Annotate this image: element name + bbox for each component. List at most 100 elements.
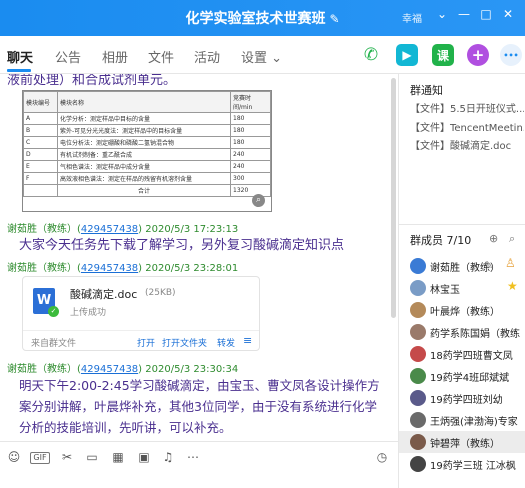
notice-item[interactable]: 【文件】酸碱滴定.doc <box>410 137 524 152</box>
message-line: 明天下午2:00-2:45学习酸碱滴定，由宝玉、曹文凤各设计操作方 <box>19 378 380 393</box>
avatar <box>410 390 426 406</box>
history-icon[interactable]: ◷ <box>374 450 390 464</box>
right-panel: 群通知 【文件】5.5日开班仪式... 【文件】TencentMeetin...… <box>398 74 525 488</box>
folder-icon[interactable]: ▭ <box>84 450 100 464</box>
emoji-icon[interactable]: ☺ <box>6 450 22 464</box>
zoom-icon[interactable]: ⌕ <box>252 194 265 207</box>
gif-icon[interactable]: GIF <box>30 452 50 464</box>
minimize-button[interactable]: — <box>456 7 472 21</box>
table-cell: 240 <box>230 148 271 161</box>
message-time: 2020/5/3 17:23:13 <box>145 224 239 235</box>
tab-bar: 聊天 公告 相册 文件 活动 设置 ⌄ ✆ ▶ 课 + ••• <box>0 36 525 74</box>
title-bar: 化学实验室技术世赛班 ✎ 幸福 ⌄ — □ ✕ <box>0 0 525 36</box>
avatar <box>410 456 426 472</box>
success-check-icon: ✓ <box>48 306 59 317</box>
competition-table: 模块编号 模块名称 竞赛时间/min A 化学分析：测定样品中目标的含量 180 B… <box>23 91 271 197</box>
member-item[interactable]: 叶晨烨（教练） <box>399 299 525 321</box>
avatar <box>410 412 426 428</box>
video-icon[interactable]: ▶ <box>396 44 418 66</box>
more-icon[interactable]: ••• <box>500 44 522 66</box>
member-item[interactable]: 19药学四班刘幼 <box>399 387 525 409</box>
sender-name[interactable]: 谢茹胜（教练） <box>7 263 77 274</box>
tab-files[interactable]: 文件 <box>148 47 174 66</box>
panel-divider <box>399 224 525 225</box>
sender-name[interactable]: 谢茹胜（教练） <box>7 224 77 235</box>
member-item[interactable]: 19药学三班 江冰枫 <box>399 453 525 475</box>
sender-qq[interactable]: 429457438 <box>81 224 138 235</box>
table-cell: 紫外-可见分光光度法：测定样品中的目标含量 <box>57 124 231 137</box>
table-cell: 180 <box>230 112 271 125</box>
file-size: (25KB) <box>145 288 176 298</box>
class-icon[interactable]: 课 <box>432 44 454 66</box>
scissors-icon[interactable]: ✂ <box>59 450 75 464</box>
avatar <box>410 258 426 274</box>
gift-icon[interactable]: ▦ <box>110 450 126 464</box>
table-header: 模块编号 <box>23 91 58 113</box>
current-user[interactable]: 幸福 <box>402 10 422 25</box>
add-app-icon[interactable]: + <box>467 44 489 66</box>
maximize-button[interactable]: □ <box>478 7 494 21</box>
chat-scrollbar[interactable] <box>391 78 396 318</box>
upload-status: 上传成功 <box>70 308 107 318</box>
message-text: 大家今天任务先下载了解学习，另外复习酸碱滴定知识点 <box>19 238 345 253</box>
tab-album[interactable]: 相册 <box>102 47 128 66</box>
search-icon[interactable]: ⌕ <box>509 232 515 246</box>
member-item[interactable]: 18药学四班曹文凤 <box>399 343 525 365</box>
member-item[interactable]: 王炳强(津渤海)专家 <box>399 409 525 431</box>
member-name: 19药学三班 江冰枫 <box>430 461 516 472</box>
image-icon[interactable]: ▣ <box>136 450 152 464</box>
table-header: 竞赛时间/min <box>230 91 271 113</box>
member-name: 药学系陈国娟（教练 <box>430 329 520 340</box>
open-file-link[interactable]: 打开 <box>137 336 155 349</box>
member-item[interactable]: 19药学4班邱斌斌 <box>399 365 525 387</box>
member-item[interactable]: 钟碧萍（教练） <box>399 431 525 453</box>
notice-item[interactable]: 【文件】5.5日开班仪式... <box>410 100 524 115</box>
tab-chat[interactable]: 聊天 <box>7 47 33 66</box>
member-name: 19药学4班邱斌斌 <box>430 373 510 384</box>
edit-title-icon[interactable]: ✎ <box>329 12 339 26</box>
member-item[interactable]: 药学系陈国娟（教练 <box>399 321 525 343</box>
close-button[interactable]: ✕ <box>500 7 516 21</box>
active-tab-indicator <box>7 69 31 72</box>
edit-icon[interactable]: ✎ <box>484 259 493 272</box>
avatar <box>410 302 426 318</box>
message-header: 谢茹胜（教练）(429457438) 2020/5/3 23:28:01 <box>7 263 239 274</box>
bell-icon[interactable]: ♫ <box>160 450 176 464</box>
avatar <box>410 434 426 450</box>
owner-icon: ♙ <box>505 256 516 270</box>
sender-qq[interactable]: 429457438 <box>81 263 138 274</box>
open-folder-link[interactable]: 打开文件夹 <box>162 336 207 349</box>
message-header: 谢茹胜（教练）(429457438) 2020/5/3 23:30:34 <box>7 364 239 375</box>
member-name: 王炳强(津渤海)专家 <box>430 417 518 428</box>
sender-qq[interactable]: 429457438 <box>81 364 138 375</box>
forward-link[interactable]: 转发 <box>217 336 235 349</box>
more-tools-icon[interactable]: ⋯ <box>185 450 201 464</box>
member-name: 19药学四班刘幼 <box>430 395 503 406</box>
sender-name[interactable]: 谢茹胜（教练） <box>7 364 77 375</box>
table-image[interactable]: 模块编号 模块名称 竞赛时间/min A 化学分析：测定样品中目标的含量 180 B… <box>22 90 272 212</box>
dropdown-icon[interactable]: ⌄ <box>434 7 450 21</box>
table-cell: A <box>23 112 58 125</box>
phone-icon[interactable]: ✆ <box>360 44 382 66</box>
file-name[interactable]: 酸碱滴定.doc <box>70 286 137 302</box>
table-cell: 180 <box>230 136 271 149</box>
menu-icon[interactable]: ≡ <box>243 334 252 347</box>
add-member-icon[interactable]: ⊕ <box>489 232 498 245</box>
table-header: 模块名称 <box>57 91 231 113</box>
member-name: 钟碧萍（教练） <box>430 439 500 450</box>
message-header: 谢茹胜（教练）(429457438) 2020/5/3 17:23:13 <box>7 224 239 235</box>
file-card[interactable]: W ✓ 酸碱滴定.doc (25KB) 上传成功 来自群文件 打开 打开文件夹 … <box>22 276 260 351</box>
tab-activity[interactable]: 活动 <box>194 47 220 66</box>
tab-settings[interactable]: 设置 ⌄ <box>241 47 282 66</box>
table-cell: 180 <box>230 124 271 137</box>
avatar <box>410 324 426 340</box>
tab-announcement[interactable]: 公告 <box>55 47 81 66</box>
notice-title[interactable]: 群通知 <box>410 82 443 98</box>
members-title[interactable]: 群成员 7/10 <box>410 232 471 248</box>
message-text: 明天下午2:00-2:45学习酸碱滴定，由宝玉、曹文凤各设计操作方 案分别讲解，… <box>19 375 394 438</box>
table-cell: 240 <box>230 160 271 173</box>
table-cell: 300 <box>230 172 271 185</box>
notice-item[interactable]: 【文件】TencentMeetin... <box>410 119 524 134</box>
star-icon: ★ <box>507 279 518 293</box>
member-name: 叶晨烨（教练） <box>430 307 500 318</box>
